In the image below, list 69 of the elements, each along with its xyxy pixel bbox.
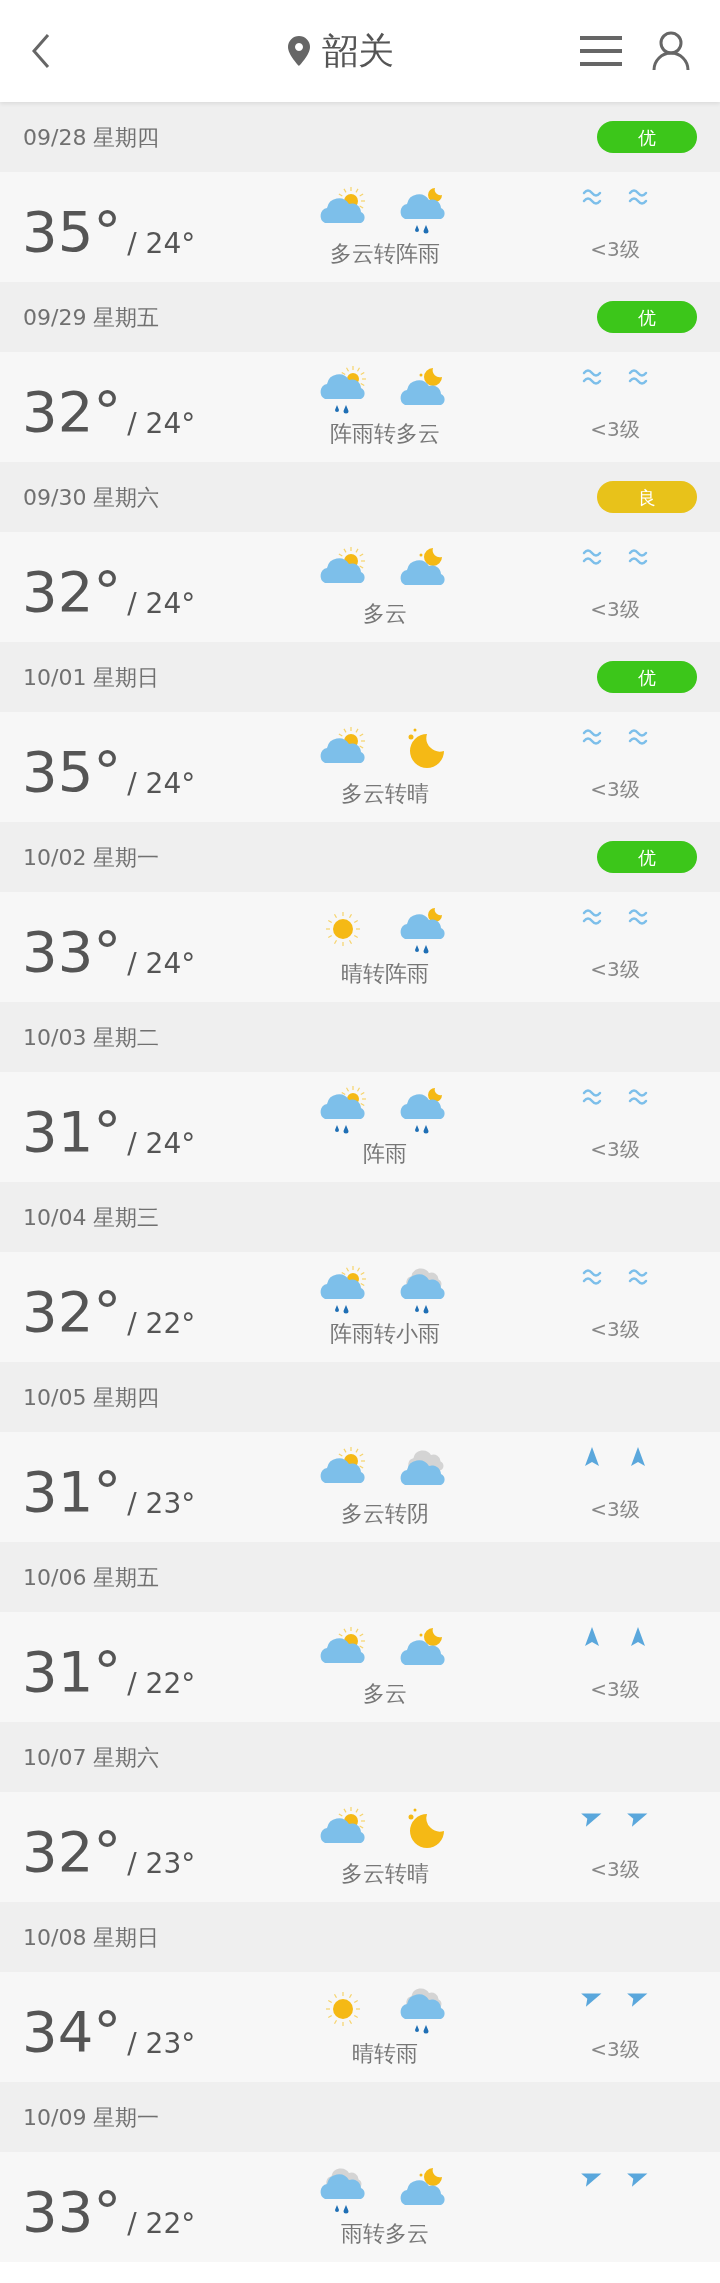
user-icon[interactable]	[652, 31, 690, 71]
wind-level: <3级	[590, 236, 640, 263]
condition-label: 多云转晴	[341, 779, 429, 808]
low-temperature: / 22°	[127, 1310, 196, 1338]
wind-level: <3级	[590, 416, 640, 443]
air-quality-badge: 优	[597, 301, 697, 333]
low-temperature: / 24°	[127, 950, 196, 978]
high-temperature: 33°	[22, 2184, 122, 2240]
city-name[interactable]: 韶关	[322, 24, 394, 78]
high-temperature: 31°	[22, 1104, 122, 1160]
menu-icon[interactable]	[580, 34, 622, 68]
condition-label: 阵雨转多云	[330, 419, 440, 448]
condition-label: 多云	[363, 599, 407, 628]
low-temperature: / 23°	[127, 1850, 196, 1878]
low-temperature: / 23°	[127, 2030, 196, 2058]
condition-label: 多云转阵雨	[330, 239, 440, 268]
date-label: 10/08 星期日	[23, 1923, 160, 1952]
date-label: 10/03 星期二	[23, 1023, 160, 1052]
date-label: 10/09 星期一	[23, 2103, 160, 2132]
high-temperature: 32°	[22, 564, 122, 620]
condition-label: 多云	[363, 1679, 407, 1708]
date-label: 09/28 星期四	[23, 123, 160, 152]
date-label: 09/29 星期五	[23, 303, 160, 332]
condition-label: 多云转阴	[341, 1499, 429, 1528]
air-quality-badge: 优	[597, 121, 697, 153]
high-temperature: 32°	[22, 1824, 122, 1880]
condition-label: 雨转多云	[341, 2219, 429, 2248]
condition-label: 阵雨	[363, 1139, 407, 1168]
high-temperature: 35°	[22, 204, 122, 260]
low-temperature: / 24°	[127, 590, 196, 618]
wind-level: <3级	[590, 956, 640, 983]
wind-level: <3级	[590, 1676, 640, 1703]
date-label: 10/01 星期日	[23, 663, 160, 692]
wind-level: <3级	[590, 2036, 640, 2063]
date-label: 10/02 星期一	[23, 843, 160, 872]
air-quality-badge: 优	[597, 841, 697, 873]
date-label: 10/06 星期五	[23, 1563, 160, 1592]
air-quality-badge: 优	[597, 661, 697, 693]
low-temperature: / 23°	[127, 1490, 196, 1518]
wind-level: <3级	[590, 1136, 640, 1163]
date-label: 09/30 星期六	[23, 483, 160, 512]
back-icon[interactable]	[30, 33, 52, 69]
condition-label: 阵雨转小雨	[330, 1319, 440, 1348]
high-temperature: 35°	[22, 744, 122, 800]
condition-label: 多云转晴	[341, 1859, 429, 1888]
high-temperature: 31°	[22, 1644, 122, 1700]
low-temperature: / 24°	[127, 1130, 196, 1158]
high-temperature: 32°	[22, 1284, 122, 1340]
high-temperature: 31°	[22, 1464, 122, 1520]
wind-level: <3级	[590, 1496, 640, 1523]
high-temperature: 34°	[22, 2004, 122, 2060]
wind-level: <3级	[590, 776, 640, 803]
wind-level: <3级	[590, 1856, 640, 1883]
low-temperature: / 24°	[127, 770, 196, 798]
low-temperature: / 22°	[127, 2210, 196, 2238]
condition-label: 晴转雨	[352, 2039, 418, 2068]
air-quality-badge: 良	[597, 481, 697, 513]
high-temperature: 33°	[22, 924, 122, 980]
location-pin-icon	[288, 36, 310, 66]
high-temperature: 32°	[22, 384, 122, 440]
condition-label: 晴转阵雨	[341, 959, 429, 988]
low-temperature: / 24°	[127, 230, 196, 258]
low-temperature: / 24°	[127, 410, 196, 438]
low-temperature: / 22°	[127, 1670, 196, 1698]
date-label: 10/04 星期三	[23, 1203, 160, 1232]
wind-level: <3级	[590, 1316, 640, 1343]
wind-level: <3级	[590, 596, 640, 623]
date-label: 10/05 星期四	[23, 1383, 160, 1412]
date-label: 10/07 星期六	[23, 1743, 160, 1772]
